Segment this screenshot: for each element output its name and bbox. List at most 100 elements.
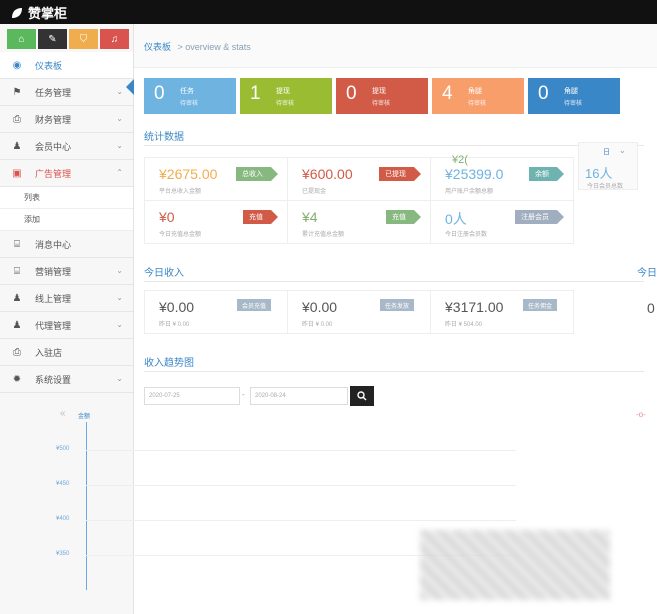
income-value: ¥0.00	[302, 299, 338, 315]
section-title-trend: 收入趋势图	[144, 358, 194, 369]
chart-y-axis	[86, 422, 87, 590]
bell-icon[interactable]: ♫	[100, 29, 129, 49]
popover-value: 16人	[585, 166, 613, 181]
sidebar-item-stores[interactable]: ⎙ 入驻店	[0, 339, 133, 366]
app-logo[interactable]: 赞掌柜	[10, 3, 67, 22]
breadcrumb: 仪表板 > overview & stats	[134, 24, 657, 68]
stat-badge: 充值	[386, 210, 421, 224]
active-indicator-icon	[126, 79, 134, 95]
sidebar-item-label: 消息中心	[35, 239, 72, 250]
tile-label: 角腿	[468, 88, 482, 95]
tile-withdraw2-pending[interactable]: 0 提现 待审核	[336, 78, 428, 114]
tile-withdraw-pending[interactable]: 1 提现 待审核	[240, 78, 332, 114]
pencil-icon[interactable]: ✎	[38, 29, 67, 49]
stat-badge: 总收入	[236, 167, 278, 181]
sidebar-item-settings[interactable]: ✹ 系统设置 ⌄	[0, 366, 133, 393]
flag-icon: ⚑	[12, 86, 22, 98]
breadcrumb-sub: > overview & stats	[177, 42, 251, 52]
sidebar-item-finance[interactable]: ⎙ 财务管理 ⌄	[0, 106, 133, 133]
stat-value: 0人	[445, 211, 467, 227]
stat-desc: 已提现金	[302, 189, 327, 195]
sidebar-item-label: 仪表板	[35, 60, 63, 71]
quick-buttons: ⌂ ✎ ⛉ ♫	[7, 29, 129, 49]
sidebar-item-label: 任务管理	[35, 87, 72, 98]
stat-desc: 今日注册会员数	[445, 232, 488, 238]
stat-desc: 累计充值总金额	[302, 232, 345, 238]
income-desc: 昨日 ¥ 504.00	[445, 322, 483, 328]
chevron-down-icon: ⌄	[116, 87, 123, 96]
bookmark-icon: ⌸	[14, 238, 20, 250]
sidebar-item-tasks[interactable]: ⚑ 任务管理 ⌄	[0, 79, 133, 106]
tile-role2-pending[interactable]: 0 角腿 待审核	[528, 78, 620, 114]
chevron-down-icon: ⌄	[116, 266, 123, 275]
stat-value: ¥0	[159, 209, 175, 225]
divider	[144, 145, 644, 146]
sidebar-item-members[interactable]: ♟ 会员中心 ⌄	[0, 133, 133, 160]
tile-count: 0	[346, 83, 357, 104]
stat-today-recharge: ¥0 今日充值总金额 充值	[144, 200, 288, 244]
legend-marker-icon: -o-	[636, 410, 646, 419]
user-icon: ♟	[12, 140, 22, 152]
sidebar-item-online[interactable]: ♟ 线上管理 ⌄	[0, 285, 133, 312]
user2-icon: ♟	[12, 292, 22, 304]
sidebar-item-label: 线上管理	[35, 293, 72, 304]
today-income-row: ¥0.00 昨日 ¥ 0.00 会员充值 ¥0.00 昨日 ¥ 0.00 任务发…	[144, 290, 574, 334]
tile-label: 角腿	[564, 88, 578, 95]
income-badge: 任务佣金	[523, 299, 558, 311]
chart-gridline	[86, 450, 516, 451]
sidebar-subitem-list[interactable]: 列表	[0, 187, 133, 209]
breadcrumb-home[interactable]: 仪表板	[144, 42, 171, 52]
section-title-today: 今日收入	[144, 268, 184, 279]
home-icon[interactable]: ⌂	[7, 29, 36, 49]
tile-task-pending[interactable]: 0 任务 待审核	[144, 78, 236, 114]
divider	[144, 371, 644, 372]
sidebar-item-dashboard[interactable]: ◉ 仪表板	[0, 52, 133, 79]
sidebar-item-label: 代理管理	[35, 320, 72, 331]
stat-badge: 余额	[529, 167, 564, 181]
today-right-value: 0	[647, 300, 655, 316]
chart-y-tick: ¥350	[56, 551, 70, 557]
sidebar-item-label: 会员中心	[35, 141, 72, 152]
app-title: 赞掌柜	[28, 6, 68, 21]
chevron-down-icon: ⌄	[116, 141, 123, 150]
image-icon: ▣	[12, 167, 22, 179]
cart-icon[interactable]: ⛉	[69, 29, 98, 49]
sidebar-item-label: 入驻店	[35, 347, 63, 358]
sidebar-item-label: 广告管理	[35, 168, 72, 179]
sidebar-subitem-add[interactable]: 添加	[0, 209, 133, 231]
top-bar: 赞掌柜	[0, 0, 657, 24]
sidebar-item-agents[interactable]: ♟ 代理管理 ⌄	[0, 312, 133, 339]
tile-sublabel: 待审核	[372, 101, 391, 107]
chevron-down-icon: ⌄	[116, 114, 123, 123]
popover-dropdown[interactable]: 日	[603, 147, 610, 157]
tile-sublabel: 待审核	[180, 101, 199, 107]
sidebar-item-label: 系统设置	[35, 374, 72, 385]
dashboard-icon: ◉	[12, 59, 22, 71]
chart-y-tick: ¥400	[56, 516, 70, 522]
sidebar-item-messages[interactable]: ⌸ 消息中心	[0, 231, 133, 258]
chart-y-title: 金额	[78, 414, 91, 420]
stats-row-2: ¥0 今日充值总金额 充值 ¥4 累计充值总金额 充值 0人 今日注册会员数 注…	[144, 200, 574, 244]
stat-total-recharge: ¥4 累计充值总金额 充值	[287, 200, 431, 244]
blurred-watermark	[420, 530, 610, 600]
stats-row-1: ¥2675.00 平台总收入金额 总收入 ¥600.00 已提现金 已提现 ¥2…	[144, 157, 574, 201]
sidebar-item-marketing[interactable]: ⌸ 营销管理 ⌄	[0, 258, 133, 285]
chevron-down-icon[interactable]: ⌄	[619, 146, 626, 155]
chevron-down-icon: ⌄	[116, 374, 123, 383]
chevron-down-icon: ⌄	[116, 320, 123, 329]
chart-gridline	[86, 485, 516, 486]
tile-sublabel: 待审核	[276, 101, 295, 107]
tile-count: 0	[538, 83, 549, 104]
sidebar-item-ads[interactable]: ▣ 广告管理 ⌃	[0, 160, 133, 187]
search-icon	[357, 391, 367, 401]
chart-gridline	[86, 520, 516, 521]
tile-sublabel: 待审核	[468, 101, 487, 107]
income-task-release: ¥0.00 昨日 ¥ 0.00 任务发放	[287, 290, 431, 334]
income-member-recharge: ¥0.00 昨日 ¥ 0.00 会员充值	[144, 290, 288, 334]
floating-tooltip-value: ¥2(	[452, 154, 468, 166]
stat-value: ¥2675.00	[159, 166, 218, 182]
stat-desc: 平台总收入金额	[159, 189, 202, 195]
popover-desc: 今日会员总数	[587, 184, 624, 190]
tile-role-pending[interactable]: 4 角腿 待审核	[432, 78, 524, 114]
chevron-up-icon: ⌃	[116, 168, 123, 177]
